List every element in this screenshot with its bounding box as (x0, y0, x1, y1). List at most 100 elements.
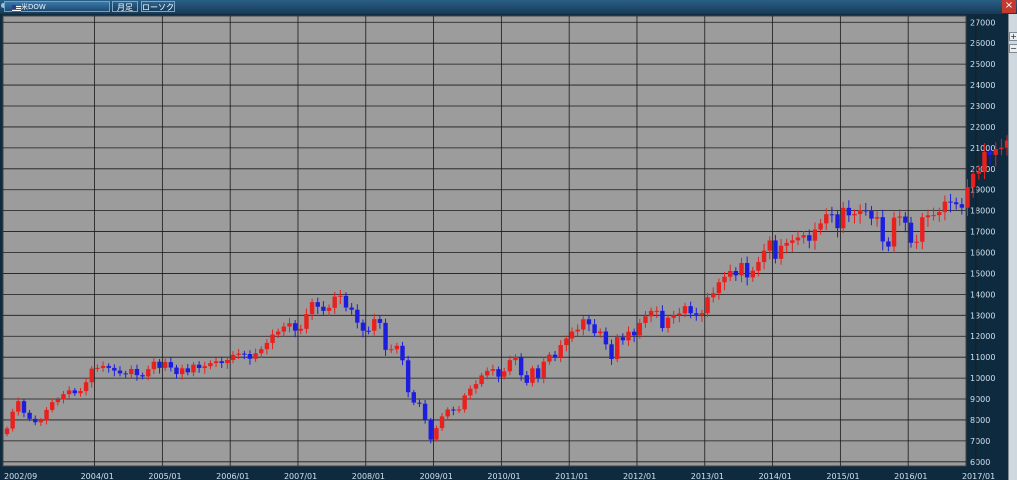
candle-body (422, 403, 428, 420)
y-tick-label: 9000 (970, 395, 990, 404)
candle-body (897, 216, 902, 218)
candle-body (163, 362, 168, 368)
candle-body (202, 366, 207, 369)
zoom-out-icon[interactable]: − (1009, 44, 1017, 53)
candle-body (767, 240, 772, 251)
candlestick-chart: 6000 7000 8000 9000 10000 11000 12000 13000 1400… (0, 14, 1008, 480)
candle-body (948, 201, 953, 203)
candle-body (965, 187, 970, 208)
candle-body (942, 201, 948, 213)
y-tick-label: 27000 (970, 18, 995, 27)
x-tick-label: 2013/01 (691, 472, 724, 480)
x-tick-label: 2016/01 (894, 472, 927, 480)
candle-body (841, 207, 846, 229)
close-icon[interactable]: × (1002, 0, 1016, 13)
candle-body (321, 306, 326, 311)
candle-body (722, 276, 727, 283)
candle-body (10, 411, 15, 429)
y-tick-label: 7000 (970, 437, 990, 446)
y-tick-label: 22000 (970, 123, 995, 132)
price-scrollbar[interactable]: + − (1008, 14, 1017, 480)
candle-body (908, 222, 914, 243)
candle-body (117, 370, 123, 374)
candle-body (434, 428, 439, 440)
candle-body (744, 262, 750, 278)
candle-body (569, 331, 575, 339)
candle-body (970, 173, 976, 188)
candle-body (852, 213, 857, 216)
candle-body (575, 329, 580, 332)
x-tick-label: 2010/01 (487, 472, 520, 480)
symbol-selector[interactable]: 米DOW (4, 1, 110, 12)
candle-body (615, 337, 620, 359)
x-tick-label: 2015/01 (826, 472, 859, 480)
candle-body (665, 317, 671, 329)
candle-body (626, 331, 631, 341)
candle-body (146, 369, 151, 377)
candle-body (784, 242, 789, 246)
candle-body (637, 322, 642, 336)
candle-body (880, 217, 885, 242)
candle-body (778, 245, 784, 259)
candle-body (259, 349, 264, 354)
candle-body (304, 313, 309, 329)
candle-body (129, 368, 134, 375)
candle-body (835, 214, 840, 229)
x-tick-label: 2005/01 (148, 472, 181, 480)
candle-body (338, 295, 343, 297)
period-button[interactable]: 月足 (112, 1, 138, 12)
candle-body (564, 338, 569, 346)
candle-body (332, 296, 337, 308)
candle-body (134, 368, 140, 376)
chart-type-button[interactable]: ローソク (141, 1, 175, 12)
candle-body (225, 360, 230, 364)
candle-body (795, 237, 801, 241)
candle-body (298, 328, 303, 331)
candle-body (95, 367, 100, 369)
y-tick-label: 26000 (970, 39, 995, 48)
y-tick-label: 13000 (970, 311, 995, 320)
candle-body (620, 337, 626, 341)
candle-body (179, 368, 185, 375)
candle-body (954, 202, 959, 205)
candle-body (699, 313, 705, 315)
zoom-in-icon[interactable]: + (1009, 32, 1017, 41)
candle-body (496, 369, 501, 377)
candle-body (773, 240, 778, 259)
candle-body (857, 210, 863, 214)
candle-body (643, 316, 648, 323)
candle-body (761, 250, 767, 263)
candle-body (253, 353, 258, 359)
candle-body (264, 342, 270, 350)
candle-body (191, 364, 196, 373)
candle-body (920, 217, 925, 242)
candle-body (541, 361, 546, 378)
candle-body (230, 354, 236, 361)
candle-body (468, 388, 473, 396)
candle-body (818, 223, 823, 230)
candle-body (236, 353, 241, 355)
candle-body (711, 293, 716, 298)
y-tick-label: 8000 (970, 416, 990, 425)
candle-body (174, 367, 179, 375)
candle-body (660, 310, 665, 329)
candle-body (903, 216, 908, 223)
candle-body (309, 302, 315, 314)
x-tick-label: 2014/01 (759, 472, 792, 480)
candle-body (389, 349, 394, 351)
candle-body (733, 271, 739, 276)
y-tick-label: 17000 (970, 228, 995, 237)
x-tick-label: 2017/01 (962, 472, 995, 480)
candle-body (55, 399, 61, 403)
candle-body (490, 369, 496, 371)
candle-body (609, 344, 614, 359)
candle-body (83, 382, 89, 392)
candle-body (89, 368, 94, 383)
candle-body (824, 214, 829, 224)
candle-body (4, 428, 10, 435)
candle-body (592, 324, 597, 334)
candle-body (349, 307, 354, 310)
candle-body (756, 262, 761, 271)
candle-body (106, 365, 111, 368)
us-flag-icon (12, 5, 21, 12)
